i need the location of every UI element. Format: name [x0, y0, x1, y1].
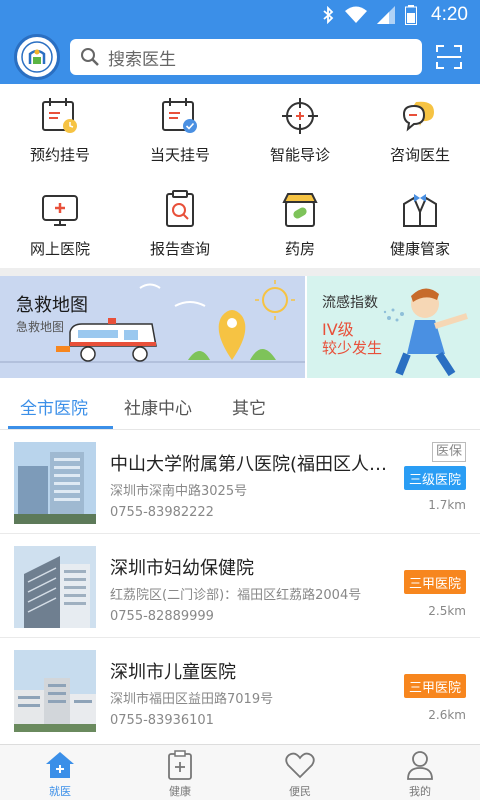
feature-smart-triage[interactable]: 智能导诊 — [240, 96, 360, 165]
emergency-map-banner[interactable]: 急救地图 急救地图 — [0, 276, 305, 378]
hospital-name: 中山大学附属第八医院(福田区人民医院) — [110, 454, 390, 475]
bottom-navigation: 就医 健康 便民 我的 — [0, 744, 480, 800]
chat-bubbles-icon — [400, 96, 440, 136]
hospital-address: 红荔院区(二门诊部)：福田区红荔路2004号 — [110, 588, 362, 603]
battery-icon — [405, 5, 418, 25]
hospital-address: 深圳市福田区益田路7019号 — [110, 692, 274, 707]
feature-label: 药房 — [284, 240, 315, 258]
app-logo — [14, 34, 60, 80]
flu-description: 较少发生 — [322, 339, 383, 357]
flu-index-banner[interactable]: 流感指数 IV级 较少发生 — [307, 276, 480, 378]
feature-appointment[interactable]: 预约挂号 — [0, 96, 120, 165]
banner-subtitle: 急救地图 — [16, 320, 65, 334]
bluetooth-icon — [321, 6, 335, 24]
feature-label: 健康管家 — [389, 240, 450, 258]
nav-label: 便民 — [289, 785, 311, 798]
header: 搜索医生 — [0, 30, 480, 84]
nav-label: 健康 — [169, 785, 191, 798]
feature-label: 咨询医生 — [389, 146, 450, 164]
hospital-list-item[interactable]: 深圳市儿童医院 深圳市福田区益田路7019号 0755-83936101 三甲医… — [0, 638, 480, 742]
wifi-icon — [345, 6, 368, 24]
hospital-image — [14, 546, 96, 628]
hospital-distance: 2.6km — [428, 708, 466, 722]
scan-icon — [436, 45, 462, 69]
feature-label: 报告查询 — [149, 240, 210, 258]
hospital-level-badge: 三级医院 — [403, 466, 466, 490]
nav-item-convenience[interactable]: 便民 — [240, 745, 360, 800]
hospital-image — [14, 650, 96, 732]
search-bar[interactable]: 搜索医生 — [70, 39, 422, 75]
banner-title: 急救地图 — [16, 295, 88, 316]
nav-item-medical[interactable]: 就医 — [0, 745, 120, 800]
clipboard-plus-icon — [164, 749, 196, 781]
active-tab-indicator — [8, 426, 113, 429]
tab-other[interactable]: 其它 — [232, 394, 266, 419]
feature-grid: 预约挂号 当天挂号 智能导诊 咨询医生 网上医院 报告查询 药房 健康管家 — [0, 84, 480, 268]
insurance-badge: 医保 — [431, 442, 466, 462]
status-time: 4:20 — [431, 4, 468, 25]
home-icon — [44, 749, 76, 781]
butler-icon — [400, 190, 440, 230]
feature-label: 网上医院 — [29, 240, 90, 258]
person-icon — [404, 749, 436, 781]
section-divider — [0, 268, 480, 276]
search-input[interactable]: 搜索医生 — [108, 45, 176, 70]
calendar-clock-icon — [40, 96, 80, 136]
hospital-level-badge: 三甲医院 — [403, 570, 466, 594]
nav-item-health[interactable]: 健康 — [120, 745, 240, 800]
hospital-distance: 2.5km — [428, 604, 466, 618]
feature-pharmacy[interactable]: 药房 — [240, 190, 360, 259]
hospital-phone: 0755-82889999 — [110, 609, 214, 624]
status-bar: 4:20 — [0, 0, 480, 30]
hospital-list-item[interactable]: 深圳市妇幼保健院 红荔院区(二门诊部)：福田区红荔路2004号 0755-828… — [0, 534, 480, 638]
nav-label: 我的 — [409, 785, 431, 798]
hospital-list-item[interactable]: 中山大学附属第八医院(福田区人民医院) 医保 深圳市深南中路3025号 0755… — [0, 430, 480, 534]
hospital-image — [14, 442, 96, 524]
hospital-phone: 0755-83936101 — [110, 713, 214, 728]
hospital-address: 深圳市深南中路3025号 — [110, 484, 248, 499]
feature-label: 当天挂号 — [149, 146, 210, 164]
flu-title: 流感指数 — [322, 295, 378, 311]
hospital-name: 深圳市妇幼保健院 — [110, 558, 254, 579]
pharmacy-icon — [280, 190, 320, 230]
hospital-tabs: 全市医院 社康中心 其它 — [0, 382, 480, 430]
hospital-distance: 1.7km — [428, 498, 466, 512]
nav-label: 就医 — [49, 785, 71, 798]
signal-icon — [377, 6, 396, 24]
heart-icon — [284, 749, 316, 781]
feature-online-hospital[interactable]: 网上医院 — [0, 190, 120, 259]
feature-label: 预约挂号 — [29, 146, 90, 164]
hospital-level-badge: 三甲医院 — [403, 674, 466, 698]
feature-label: 智能导诊 — [269, 146, 330, 164]
hospital-name: 深圳市儿童医院 — [110, 662, 236, 683]
feature-consult[interactable]: 咨询医生 — [360, 96, 480, 165]
tab-all-hospitals[interactable]: 全市医院 — [20, 394, 88, 419]
feature-report-query[interactable]: 报告查询 — [120, 190, 240, 259]
monitor-cross-icon — [40, 190, 80, 230]
search-icon — [80, 47, 100, 67]
calendar-check-icon — [160, 96, 200, 136]
nav-item-mine[interactable]: 我的 — [360, 745, 480, 800]
hospital-phone: 0755-83982222 — [110, 505, 214, 520]
report-search-icon — [160, 190, 200, 230]
tab-community-center[interactable]: 社康中心 — [124, 394, 192, 419]
crosshair-icon — [280, 96, 320, 136]
feature-same-day[interactable]: 当天挂号 — [120, 96, 240, 165]
feature-health-butler[interactable]: 健康管家 — [360, 190, 480, 259]
scan-button[interactable] — [434, 42, 464, 72]
